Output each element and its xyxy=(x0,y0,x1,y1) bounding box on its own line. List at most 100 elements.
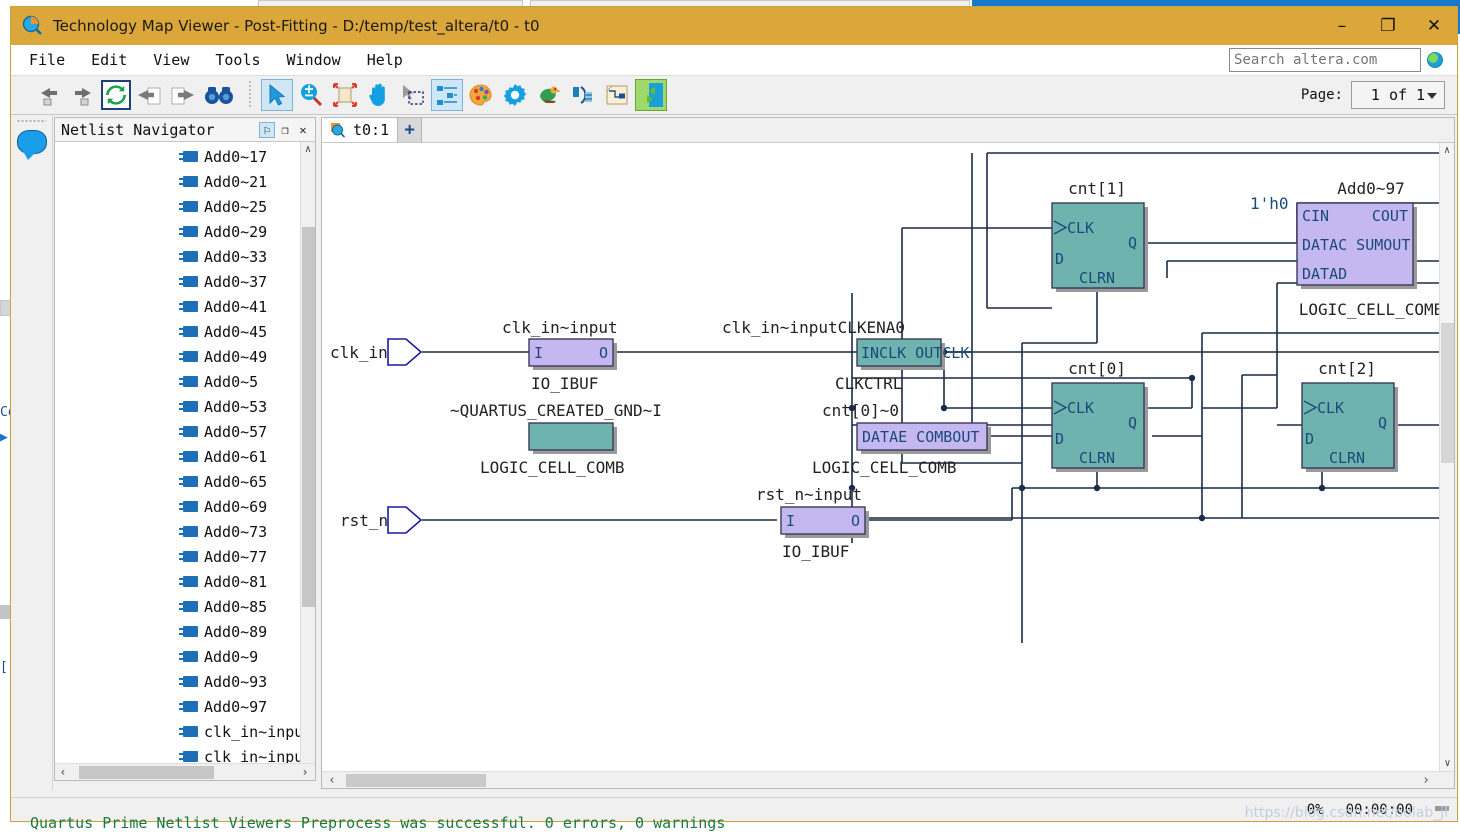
previous-page-icon[interactable] xyxy=(133,79,165,111)
netlist-item[interactable]: Add0~61 xyxy=(55,444,315,469)
block-cnt0[interactable]: cnt[0] CLK D Q CLRN xyxy=(1052,359,1148,472)
next-page-icon[interactable] xyxy=(167,79,199,111)
area-select-icon[interactable] xyxy=(397,79,429,111)
canvas-scroll-right[interactable]: › xyxy=(1416,773,1436,788)
close-button[interactable]: ✕ xyxy=(1411,7,1457,45)
netlist-item[interactable]: Add0~81 xyxy=(55,569,315,594)
block-rst-n-input[interactable]: rst_n~input I O IO_IBUF xyxy=(756,485,869,561)
menu-item-view[interactable]: View xyxy=(153,51,189,69)
canvas-hscroll-thumb[interactable] xyxy=(346,774,486,787)
navigator-vertical-scrollbar[interactable]: ∧ xyxy=(300,142,315,763)
input-port-rst-n[interactable]: rst_n xyxy=(340,507,421,533)
netlist-item[interactable]: Add0~93 xyxy=(55,669,315,694)
minimize-button[interactable]: – xyxy=(1319,7,1365,45)
zoom-tool-icon[interactable] xyxy=(295,79,327,111)
netlist-item[interactable]: Add0~41 xyxy=(55,294,315,319)
navigator-vscroll-thumb[interactable] xyxy=(302,227,315,607)
canvas-vertical-scrollbar[interactable]: ∧ ∨ xyxy=(1439,143,1454,771)
netlist-item[interactable]: Add0~69 xyxy=(55,494,315,519)
chip-icon xyxy=(183,301,198,312)
netlist-item[interactable]: Add0~45 xyxy=(55,319,315,344)
block-add0-97[interactable]: 1'h0 Add0~97 CIN COUT DATAC SUMOUT DATAD… xyxy=(1250,179,1443,319)
navigator-hscroll-thumb[interactable] xyxy=(79,766,214,779)
netlist-item[interactable]: Add0~5 xyxy=(55,369,315,394)
block-cnt2[interactable]: cnt[2] CLK D Q CLRN xyxy=(1302,359,1398,472)
navigator-scroll-right[interactable]: › xyxy=(297,765,313,779)
find-icon[interactable] xyxy=(201,79,237,111)
netlist-item[interactable]: Add0~9 xyxy=(55,644,315,669)
search-input[interactable] xyxy=(1229,48,1421,72)
float-panel-button[interactable]: ❐ xyxy=(277,122,293,138)
maximize-button[interactable]: ❐ xyxy=(1365,7,1411,45)
netlist-item[interactable]: Add0~89 xyxy=(55,619,315,644)
page-select[interactable]: 1 of 1 xyxy=(1351,81,1445,109)
netlist-tree[interactable]: Add0~17Add0~21Add0~25Add0~29Add0~33Add0~… xyxy=(55,142,315,763)
tab-bar: t0:1 + xyxy=(322,118,1454,143)
canvas-scroll-left[interactable]: ‹ xyxy=(322,773,342,788)
select-tool-icon[interactable] xyxy=(261,79,293,111)
block-subtitle-gnd-logic-cell: LOGIC_CELL_COMB xyxy=(480,458,625,477)
block-clk-in-input[interactable]: clk_in~input I O IO_IBUF xyxy=(502,318,618,393)
close-panel-button[interactable]: ✕ xyxy=(295,122,311,138)
settings-icon[interactable] xyxy=(499,79,531,111)
bus-tools-icon[interactable] xyxy=(567,79,599,111)
menu-item-window[interactable]: Window xyxy=(287,51,341,69)
chevron-down-icon xyxy=(1427,93,1437,99)
navigator-horizontal-scrollbar[interactable]: ‹ › xyxy=(55,763,315,780)
canvas-scroll-up[interactable]: ∧ xyxy=(1440,143,1454,158)
navigator-scroll-left[interactable]: ‹ xyxy=(55,765,71,779)
netlist-item[interactable]: Add0~33 xyxy=(55,244,315,269)
add-tab-button[interactable]: + xyxy=(398,118,422,142)
schematic-viewport[interactable]: .wire { stroke:#1a2c46; stroke-width:1.6… xyxy=(322,143,1454,788)
hierarchy-tree-icon[interactable] xyxy=(431,79,463,111)
netlist-item[interactable]: Add0~85 xyxy=(55,594,315,619)
chip-icon xyxy=(183,451,198,462)
chip-icon xyxy=(183,526,198,537)
schematic-report-icon[interactable] xyxy=(601,79,633,111)
menu-item-file[interactable]: File xyxy=(29,51,65,69)
expand-collapse-icon[interactable] xyxy=(635,79,667,111)
block-cnt1[interactable]: cnt[1] CLK D Q CLRN xyxy=(1052,179,1148,292)
netlist-item[interactable]: Add0~25 xyxy=(55,194,315,219)
message-bubble-icon[interactable] xyxy=(17,130,47,154)
netlist-item[interactable]: Add0~57 xyxy=(55,419,315,444)
netlist-item[interactable]: Add0~73 xyxy=(55,519,315,544)
netlist-item[interactable]: Add0~37 xyxy=(55,269,315,294)
fit-in-window-icon[interactable] xyxy=(329,79,361,111)
canvas-vscroll-thumb[interactable] xyxy=(1441,323,1454,463)
technology-map-viewer-window: Technology Map Viewer - Post-Fitting - D… xyxy=(10,6,1458,822)
pin-CLRN-cnt0: CLRN xyxy=(1079,449,1115,467)
color-settings-icon[interactable] xyxy=(465,79,497,111)
canvas-scroll-down[interactable]: ∨ xyxy=(1440,756,1454,771)
netlist-item[interactable]: Add0~29 xyxy=(55,219,315,244)
block-quartus-created-gnd[interactable]: ~QUARTUS_CREATED_GND~I LOGIC_CELL_COMB xyxy=(450,401,662,477)
schematic-canvas[interactable]: .wire { stroke:#1a2c46; stroke-width:1.6… xyxy=(322,143,1454,788)
canvas-horizontal-scrollbar[interactable]: ‹ › xyxy=(322,771,1454,788)
globe-icon[interactable] xyxy=(1427,52,1443,68)
menu-item-edit[interactable]: Edit xyxy=(91,51,127,69)
netlist-item[interactable]: Add0~97 xyxy=(55,694,315,719)
netlist-item[interactable]: Add0~17 xyxy=(55,144,315,169)
chip-planner-icon[interactable] xyxy=(533,79,565,111)
netlist-item[interactable]: clk_in~inputC xyxy=(55,744,315,763)
netlist-item[interactable]: clk_in~input xyxy=(55,719,315,744)
block-clk-in-input-clkena0[interactable]: clk_in~inputCLKENA0 INCLK OUTCLK CLKCTRL xyxy=(722,318,969,393)
netlist-item[interactable]: Add0~77 xyxy=(55,544,315,569)
window-controls: – ❐ ✕ xyxy=(1319,7,1457,45)
netlist-item[interactable]: Add0~53 xyxy=(55,394,315,419)
hand-pan-icon[interactable] xyxy=(363,79,395,111)
chip-icon xyxy=(183,701,198,712)
menu-item-help[interactable]: Help xyxy=(367,51,403,69)
tab-t0-1[interactable]: t0:1 xyxy=(322,118,398,142)
netlist-item[interactable]: Add0~21 xyxy=(55,169,315,194)
navigator-scroll-up[interactable]: ∧ xyxy=(301,142,315,157)
netlist-item[interactable]: Add0~49 xyxy=(55,344,315,369)
forward-to-child-icon[interactable] xyxy=(67,79,99,111)
rail-grip[interactable] xyxy=(17,117,46,124)
netlist-item[interactable]: Add0~65 xyxy=(55,469,315,494)
pin-panel-button[interactable]: ⚐ xyxy=(259,122,275,138)
input-port-clk-in[interactable]: clk_in xyxy=(330,339,421,365)
back-to-parent-icon[interactable] xyxy=(33,79,65,111)
menu-item-tools[interactable]: Tools xyxy=(215,51,260,69)
refresh-icon[interactable] xyxy=(101,80,131,110)
